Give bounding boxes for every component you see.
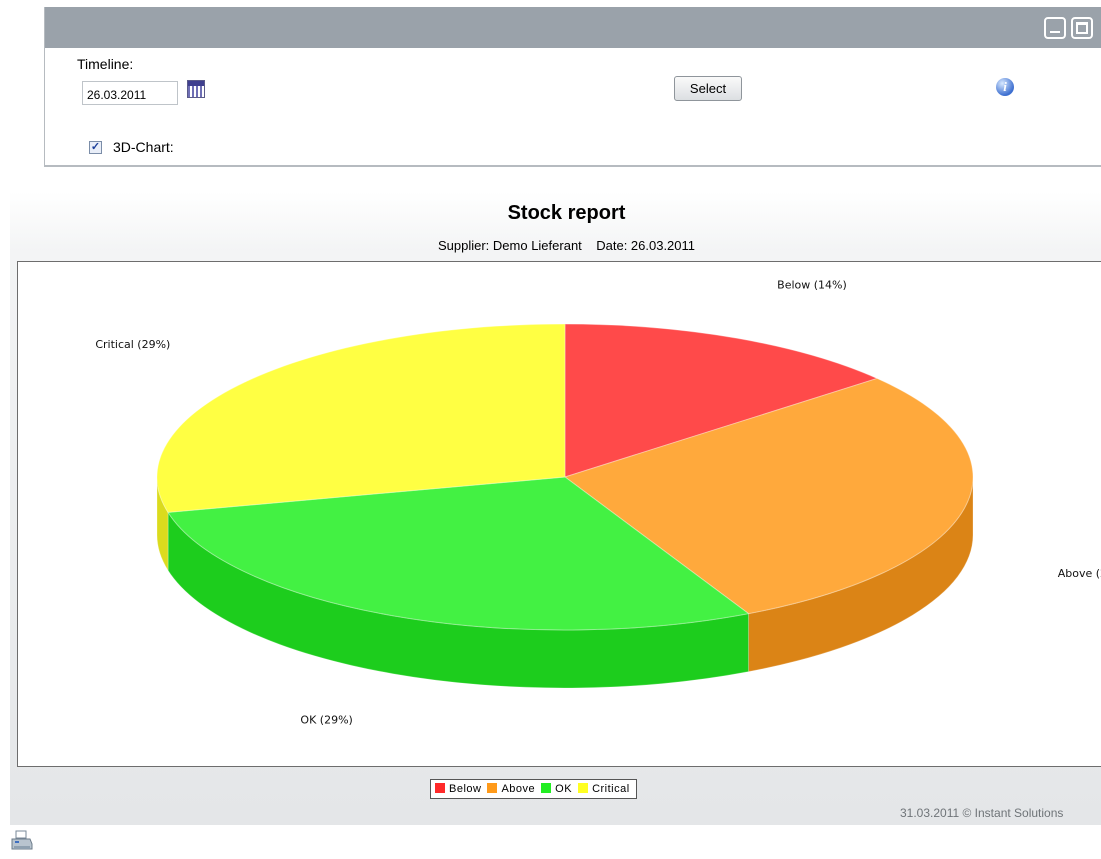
chart-legend: Below Above OK Critical	[430, 779, 637, 799]
legend-swatch-ok	[541, 783, 552, 793]
slice-label-critical: Critical (29%)	[95, 338, 170, 351]
slice-label-below: Below (14%)	[777, 278, 847, 291]
calendar-icon[interactable]	[187, 80, 205, 98]
legend-label-below: Below	[449, 783, 482, 795]
chart3d-label: 3D-Chart:	[113, 139, 174, 155]
legend-swatch-above	[487, 783, 498, 793]
panel-header	[45, 7, 1101, 48]
legend-swatch-critical	[578, 783, 589, 793]
maximize-icon[interactable]	[1071, 17, 1093, 39]
stock-report: Stock report Supplier: Demo Lieferant Da…	[10, 192, 1101, 825]
info-icon[interactable]: i	[996, 78, 1014, 96]
select-button[interactable]: Select	[674, 76, 742, 101]
slice-label-ok: OK (29%)	[300, 714, 352, 727]
minimize-icon[interactable]	[1044, 17, 1066, 39]
legend-item-critical: Critical	[578, 783, 630, 795]
legend-label-above: Above	[501, 783, 536, 795]
plot-area: Below (14%) Above (29%) OK (29%) Critical (…	[17, 261, 1101, 767]
slice-label-above: Above (29%)	[1058, 567, 1101, 580]
legend-label-ok: OK	[555, 783, 573, 795]
legend-label-critical: Critical	[592, 783, 630, 795]
legend-item-ok: OK	[541, 783, 572, 795]
legend-item-below: Below	[435, 783, 481, 795]
filter-panel: Timeline: Select i ✓ 3D-Chart:	[44, 7, 1101, 167]
pie-chart: Below (14%) Above (29%) OK (29%) Critical (…	[95, 278, 1101, 727]
pie-tops	[156, 323, 974, 631]
footer-text: 31.03.2011 © Instant Solutions	[900, 806, 1064, 820]
printer-icon[interactable]	[10, 830, 34, 852]
chart-subtitle: Supplier: Demo Lieferant Date: 26.03.201…	[437, 238, 696, 253]
chart-title: Stock report	[507, 202, 626, 224]
timeline-label: Timeline:	[77, 56, 134, 72]
legend-swatch-below	[435, 783, 445, 793]
date-input[interactable]	[82, 81, 178, 105]
legend-item-above: Above	[487, 783, 535, 795]
chart3d-checkbox[interactable]: ✓	[89, 141, 102, 154]
